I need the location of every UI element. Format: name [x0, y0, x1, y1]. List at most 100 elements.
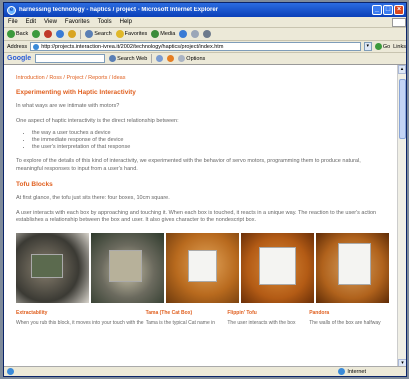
caption-row: Extractability When you rub this block, …	[16, 310, 389, 327]
tofu-box-photo-3	[316, 232, 389, 303]
section-description: A user interacts with each box by approa…	[16, 209, 377, 224]
caption-text: When you rub this block, it moves into y…	[16, 319, 144, 326]
caption-title: Tama (The Cat Box)	[145, 309, 193, 316]
media-label: Media	[160, 31, 176, 37]
status-bar: Internet	[4, 366, 406, 376]
search-web-icon	[109, 55, 117, 62]
google-search-input[interactable]	[35, 54, 106, 63]
favorites-button[interactable]: Favorites	[115, 30, 148, 38]
menu-edit[interactable]: Edit	[26, 19, 36, 25]
stop-icon[interactable]	[44, 30, 53, 38]
servo-board-shape	[109, 250, 143, 282]
status-page-icon	[7, 368, 14, 375]
search-web-label: Search Web	[117, 55, 148, 62]
circuit-board-shape	[30, 253, 64, 278]
address-dropdown-button[interactable]: ▾	[363, 42, 372, 51]
address-label: Address	[7, 43, 28, 50]
browser-window: e harnessing technology - haptics / proj…	[3, 2, 407, 377]
menu-favorites[interactable]: Favorites	[65, 19, 90, 25]
options-button[interactable]: Options	[178, 55, 205, 62]
search-web-button[interactable]: Search Web	[109, 55, 147, 62]
aspect-text: One aspect of haptic interactivity is th…	[16, 117, 179, 124]
section-intro: At first glance, the tofu just sits ther…	[16, 195, 170, 201]
photo-strip	[16, 232, 389, 303]
favorites-label: Favorites	[124, 31, 148, 37]
links-button[interactable]: Links	[393, 44, 406, 50]
internet-explorer-icon: e	[7, 5, 16, 15]
menu-view[interactable]: View	[44, 19, 57, 25]
servo-photo	[91, 232, 164, 303]
print-icon[interactable]	[203, 30, 212, 38]
caption-title: Pandora	[309, 309, 330, 316]
google-toolbar: Google Search Web Options	[4, 53, 406, 65]
google-logo[interactable]: Google	[7, 55, 31, 62]
go-button[interactable]: Go	[374, 43, 391, 50]
go-label: Go	[382, 43, 391, 50]
standard-toolbar: Back Search Favorites Media	[4, 28, 406, 41]
intro-text: In what ways are we intimate with motors…	[16, 103, 120, 109]
tofu-box-shape	[187, 250, 218, 282]
menu-file[interactable]: File	[8, 19, 18, 25]
back-label: Back	[16, 31, 29, 37]
scroll-thumb[interactable]	[399, 79, 406, 139]
pagerank-icon	[156, 55, 164, 62]
address-url: http://projects.interaction-ivrea.it/200…	[41, 43, 224, 50]
caption-item: Pandora The walls of the box are halfway	[309, 310, 389, 327]
tofu-box-photo-2	[241, 232, 314, 303]
window-title: harnessing technology - haptics / projec…	[19, 7, 219, 13]
circuit-photo	[16, 232, 89, 303]
globe-icon	[338, 368, 346, 375]
back-button[interactable]: Back	[7, 30, 28, 38]
go-arrow-icon	[374, 43, 382, 50]
caption-title: Extractability	[16, 309, 48, 316]
toolbar-separator	[80, 29, 82, 39]
media-icon	[151, 30, 160, 38]
page-title: Experimenting with Haptic Interactivity	[16, 89, 136, 96]
caption-title: Flippin' Tofu	[227, 309, 257, 316]
page-content: Introduction / Ross / Project / Reports …	[4, 65, 399, 368]
maximize-button[interactable]: □	[383, 5, 393, 15]
list-item: the user's interpretation of that respon…	[32, 144, 389, 151]
search-label: Search	[94, 31, 112, 37]
caption-text: The user interacts with the box	[227, 319, 296, 326]
caption-item: Flippin' Tofu The user interacts with th…	[227, 310, 307, 327]
caption-item: Extractability When you rub this block, …	[16, 310, 144, 327]
list-item: the way a user touches a device	[32, 130, 389, 137]
caption-text: Tama is the typical Cat name in	[145, 319, 216, 326]
title-bar[interactable]: e harnessing technology - haptics / proj…	[4, 3, 406, 17]
menu-help[interactable]: Help	[120, 19, 132, 25]
media-button[interactable]: Media	[151, 30, 175, 38]
aspect-list: the way a user touches a device the imme…	[16, 130, 389, 151]
minimize-button[interactable]: _	[372, 5, 382, 15]
tofu-box-photo-1	[166, 232, 239, 303]
back-arrow-icon	[7, 30, 15, 38]
explore-text: To explore of the details of this kind o…	[16, 158, 361, 172]
scroll-up-button[interactable]: ▴	[398, 65, 406, 74]
search-button[interactable]: Search	[85, 30, 112, 38]
refresh-icon[interactable]	[56, 30, 65, 38]
mail-icon[interactable]	[191, 30, 200, 38]
page-icon	[33, 43, 40, 50]
home-icon[interactable]	[68, 30, 77, 38]
tofu-box-shape	[337, 243, 371, 285]
security-zone: Internet	[338, 368, 366, 375]
list-item: the immediate response of the device	[32, 137, 389, 144]
history-icon[interactable]	[179, 30, 188, 38]
breadcrumb[interactable]: Introduction / Ross / Project / Reports …	[16, 75, 389, 81]
vertical-scrollbar[interactable]: ▴ ▾	[397, 65, 406, 368]
close-button[interactable]: ×	[394, 5, 404, 15]
caption-text: The walls of the box are halfway	[309, 319, 381, 326]
menu-tools[interactable]: Tools	[98, 19, 112, 25]
menu-bar: File Edit View Favorites Tools Help	[4, 17, 406, 28]
popup-blocker-icon[interactable]	[167, 55, 175, 62]
section-title: Tofu Blocks	[16, 181, 53, 188]
windows-logo-icon	[392, 17, 406, 27]
search-icon	[85, 30, 94, 38]
star-icon	[115, 30, 124, 38]
options-label: Options	[186, 55, 206, 62]
zone-label: Internet	[347, 368, 366, 375]
forward-arrow-icon[interactable]	[32, 30, 41, 38]
google-separator	[151, 54, 153, 63]
options-icon	[178, 55, 186, 62]
address-input[interactable]: http://projects.interaction-ivrea.it/200…	[30, 42, 361, 51]
